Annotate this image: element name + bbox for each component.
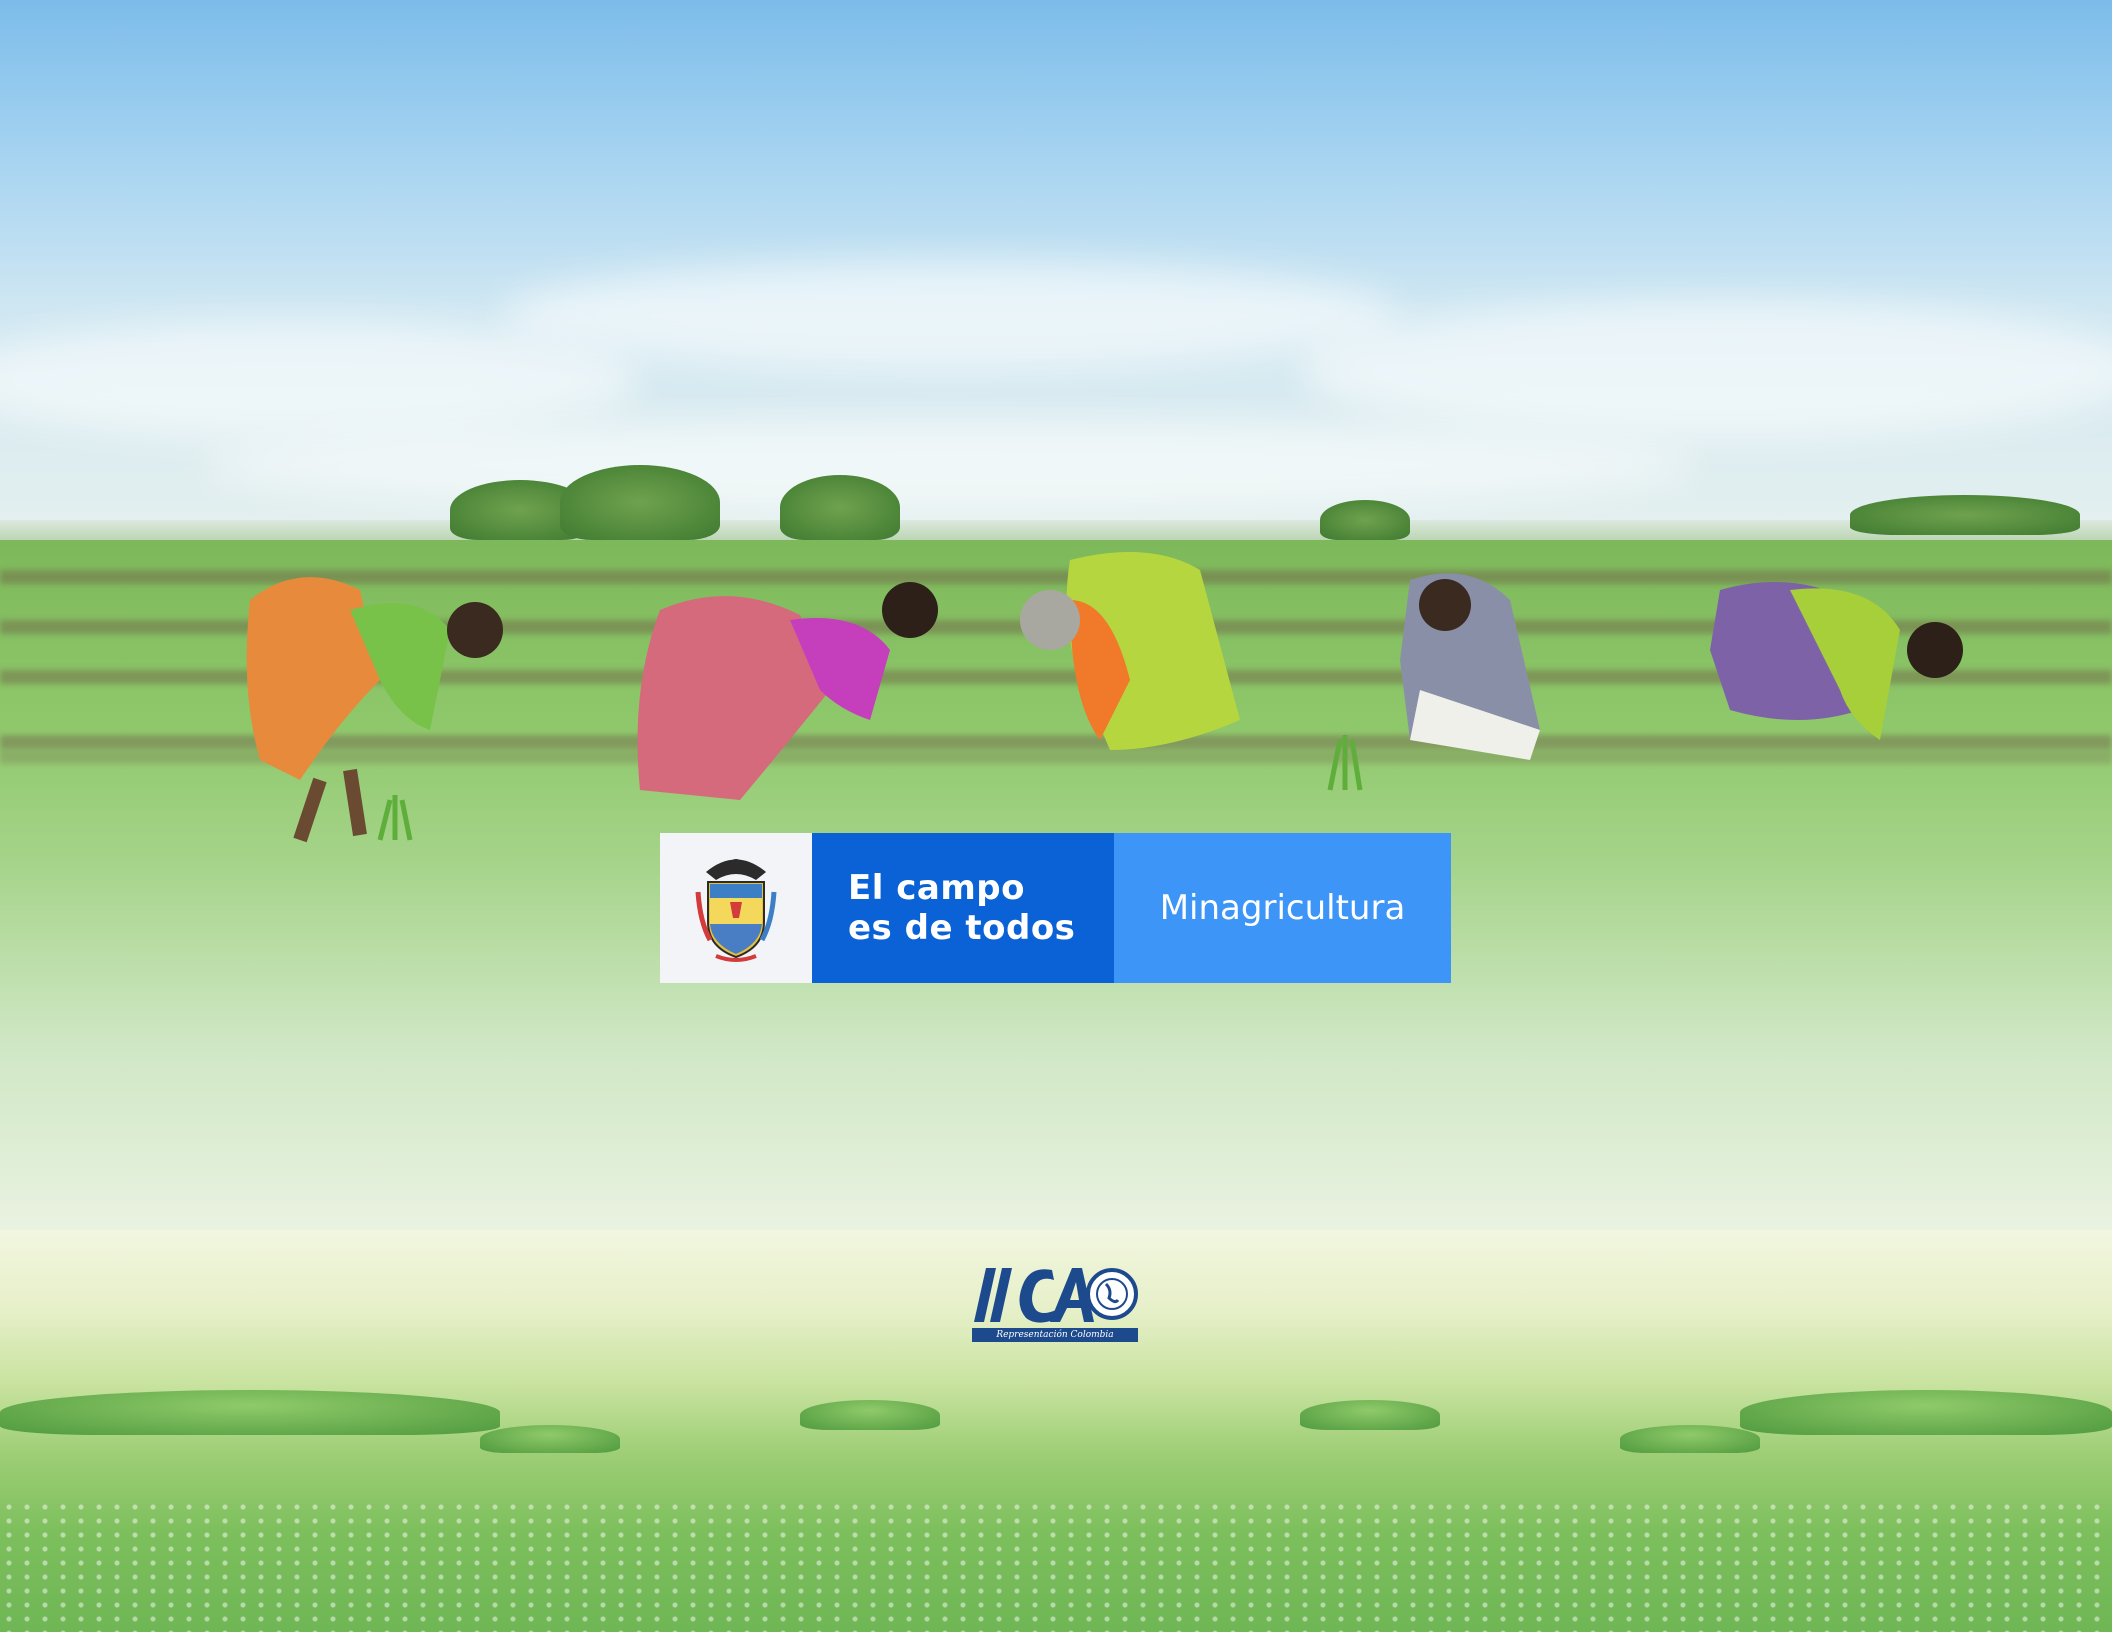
slogan-line-1: El campo <box>848 868 1025 908</box>
cover-background <box>0 0 2112 1632</box>
flower-field <box>0 1500 2112 1632</box>
iica-logo: Representación Colombia <box>972 1260 1138 1344</box>
iica-caption: Representación Colombia <box>972 1328 1138 1342</box>
government-banner: El campo es de todos Minagricultura <box>660 833 1451 983</box>
iica-emblem-icon <box>974 1268 1138 1323</box>
ministry-name: Minagricultura <box>1159 888 1406 928</box>
sky <box>0 0 2112 560</box>
rice-field-workers-photo <box>246 552 1963 843</box>
slogan-block: El campo es de todos <box>812 833 1114 983</box>
colombia-coat-of-arms-icon <box>660 833 812 983</box>
ministry-block: Minagricultura <box>1114 833 1451 983</box>
slogan-line-2: es de todos <box>848 908 1076 948</box>
